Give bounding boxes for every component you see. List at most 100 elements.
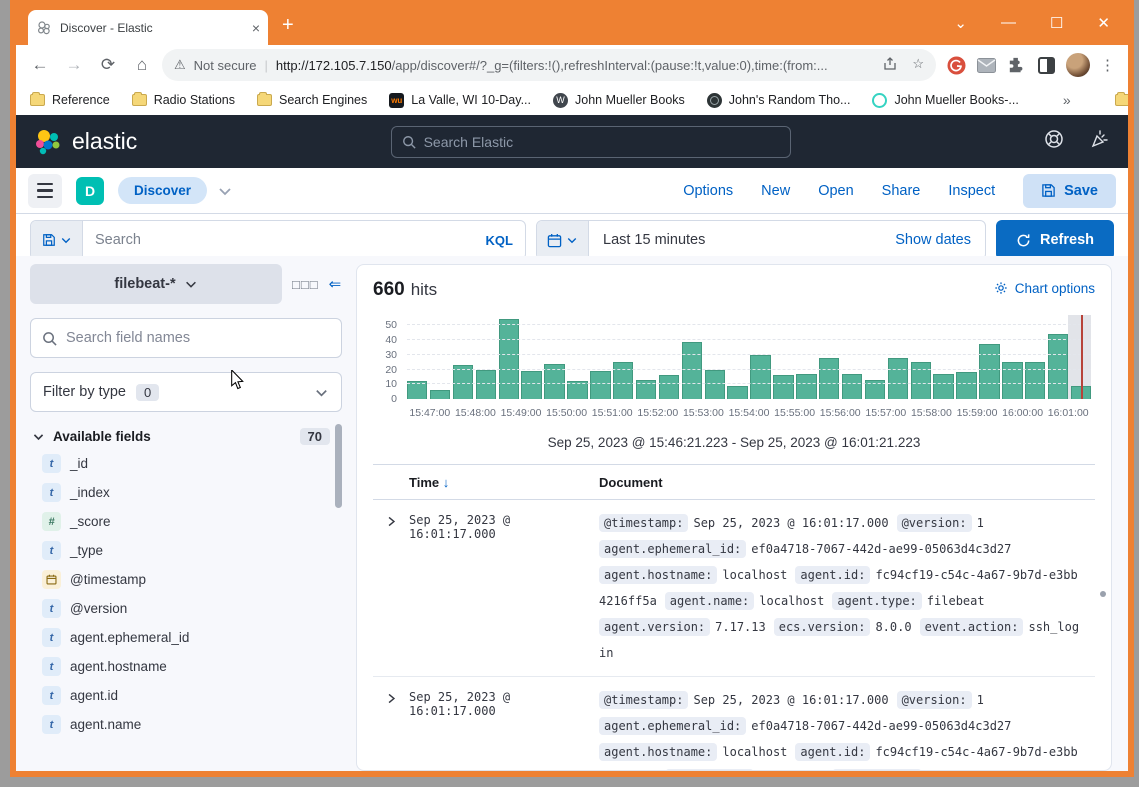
date-picker-menu-button[interactable] — [537, 221, 589, 259]
toolbar-link-new[interactable]: New — [761, 183, 790, 199]
expand-row-icon[interactable] — [373, 687, 409, 771]
breadcrumb[interactable]: Discover — [118, 177, 207, 204]
chart-options-button[interactable]: Chart options — [994, 281, 1095, 296]
expand-row-icon[interactable] — [373, 510, 409, 666]
forward-icon[interactable]: → — [60, 51, 88, 79]
window-maximize-icon[interactable]: ☐ — [1050, 14, 1063, 32]
bookmark-item[interactable]: Search Engines — [257, 93, 367, 108]
histogram-bar[interactable] — [979, 344, 999, 399]
all-bookmarks-button[interactable]: All Bookmarks — [1115, 93, 1134, 107]
histogram-bar[interactable] — [842, 374, 862, 399]
elastic-search-input[interactable]: Search Elastic — [391, 126, 791, 158]
show-dates-button[interactable]: Show dates — [881, 221, 985, 259]
histogram-bar[interactable] — [956, 372, 976, 399]
save-button[interactable]: Save — [1023, 174, 1116, 208]
time-range-value[interactable]: Last 15 minutes — [589, 221, 881, 259]
hits-count: 660 — [373, 279, 405, 301]
index-pattern-selector[interactable]: filebeat-* — [30, 264, 282, 304]
y-axis-tick: 0 — [391, 393, 397, 405]
sidebar-scrollbar[interactable] — [335, 424, 342, 508]
table-row[interactable]: Sep 25, 2023 @ 16:01:17.000@timestamp:Se… — [373, 677, 1095, 771]
refresh-button[interactable]: Refresh — [996, 220, 1114, 260]
field-search-input[interactable]: Search field names — [30, 318, 342, 358]
gridline — [407, 383, 1091, 384]
search-icon — [402, 135, 416, 149]
toolbar-link-inspect[interactable]: Inspect — [948, 183, 995, 199]
browser-tab[interactable]: Discover - Elastic × — [28, 10, 268, 45]
histogram-bar[interactable] — [453, 365, 473, 399]
field-item[interactable]: tagent.ephemeral_id — [30, 623, 342, 652]
histogram-bar[interactable] — [727, 386, 747, 399]
window-close-icon[interactable]: ✕ — [1097, 14, 1110, 32]
toolbar-link-options[interactable]: Options — [683, 183, 733, 199]
field-item[interactable]: tagent.name — [30, 710, 342, 739]
field-badge: agent.ephemeral_id: — [599, 540, 746, 558]
histogram-bar[interactable] — [888, 358, 908, 399]
window-minimize-icon[interactable]: — — [1001, 14, 1016, 31]
chevron-down-icon[interactable] — [217, 183, 233, 199]
histogram-bar[interactable] — [705, 370, 725, 399]
histogram-bar[interactable] — [521, 371, 541, 399]
histogram-bar[interactable] — [933, 374, 953, 399]
field-item[interactable]: t@version — [30, 594, 342, 623]
histogram-bar[interactable] — [773, 375, 793, 399]
histogram-bar[interactable] — [476, 370, 496, 399]
histogram-bar[interactable] — [590, 371, 610, 399]
available-fields-header[interactable]: Available fields 70 — [30, 428, 342, 445]
histogram-bar[interactable] — [750, 355, 770, 399]
reader-extension-icon[interactable] — [1036, 55, 1056, 75]
histogram-bar[interactable] — [796, 374, 816, 399]
bookmark-item[interactable]: John's Random Tho... — [707, 93, 851, 108]
help-icon[interactable] — [1044, 129, 1064, 154]
histogram-bar[interactable] — [819, 358, 839, 399]
grammarly-extension-icon[interactable] — [946, 55, 966, 75]
bookmark-item[interactable]: John Mueller Books-... — [872, 93, 1018, 108]
elastic-logo[interactable]: elastic — [34, 128, 137, 156]
announcements-icon[interactable] — [1090, 129, 1110, 154]
tab-close-icon[interactable]: × — [252, 20, 260, 36]
field-item[interactable]: tagent.hostname — [30, 652, 342, 681]
profile-avatar[interactable] — [1066, 53, 1090, 77]
share-icon[interactable] — [882, 56, 898, 75]
url-bar[interactable]: ⚠ Not secure | http://172.105.7.150/app/… — [162, 49, 936, 81]
table-row[interactable]: Sep 25, 2023 @ 16:01:17.000@timestamp:Se… — [373, 500, 1095, 677]
collapse-sidebar-icon[interactable]: ⇐ — [329, 275, 342, 293]
chrome-menu-icon[interactable]: ⋮ — [1100, 63, 1114, 68]
saved-query-menu-button[interactable] — [31, 221, 83, 259]
field-value: Sep 25, 2023 @ 16:01:17.000 — [693, 693, 888, 707]
histogram-bar[interactable] — [682, 342, 702, 399]
home-icon[interactable]: ⌂ — [128, 51, 156, 79]
field-item[interactable]: @timestamp — [30, 565, 342, 594]
bookmarks-overflow-icon[interactable]: » — [1063, 92, 1071, 108]
bookmark-item[interactable]: wuLa Valle, WI 10-Day... — [389, 93, 531, 108]
bookmark-item[interactable]: WJohn Mueller Books — [553, 93, 685, 108]
toolbar-link-share[interactable]: Share — [882, 183, 921, 199]
bookmark-item[interactable]: Reference — [30, 93, 110, 108]
menu-hamburger-icon[interactable] — [28, 174, 62, 208]
back-icon[interactable]: ← — [26, 51, 54, 79]
new-tab-button[interactable]: + — [282, 14, 294, 37]
histogram-bar[interactable] — [1048, 334, 1068, 399]
reload-icon[interactable]: ⟳ — [94, 51, 122, 79]
query-language-button[interactable]: KQL — [474, 221, 525, 259]
index-options-icon[interactable]: □□□ — [292, 277, 319, 292]
field-item[interactable]: t_index — [30, 478, 342, 507]
field-item[interactable]: #_score — [30, 507, 342, 536]
table-scrollbar[interactable] — [1100, 591, 1106, 597]
histogram-bar[interactable] — [659, 375, 679, 399]
histogram-bar[interactable] — [499, 319, 519, 399]
histogram-bar[interactable] — [430, 390, 450, 399]
window-menu-icon[interactable]: ⌄ — [954, 14, 967, 32]
search-query-input[interactable]: Search — [83, 221, 474, 259]
bookmark-item[interactable]: Radio Stations — [132, 93, 235, 108]
mail-extension-icon[interactable] — [976, 55, 996, 75]
field-item[interactable]: t_id — [30, 449, 342, 478]
space-avatar[interactable]: D — [76, 177, 104, 205]
field-item[interactable]: tagent.id — [30, 681, 342, 710]
field-item[interactable]: t_type — [30, 536, 342, 565]
column-time[interactable]: Time ↓ — [373, 475, 599, 490]
extensions-puzzle-icon[interactable] — [1006, 55, 1026, 75]
filter-by-type-select[interactable]: Filter by type 0 — [30, 372, 342, 412]
toolbar-link-open[interactable]: Open — [818, 183, 853, 199]
bookmark-star-icon[interactable]: ☆ — [912, 56, 924, 75]
